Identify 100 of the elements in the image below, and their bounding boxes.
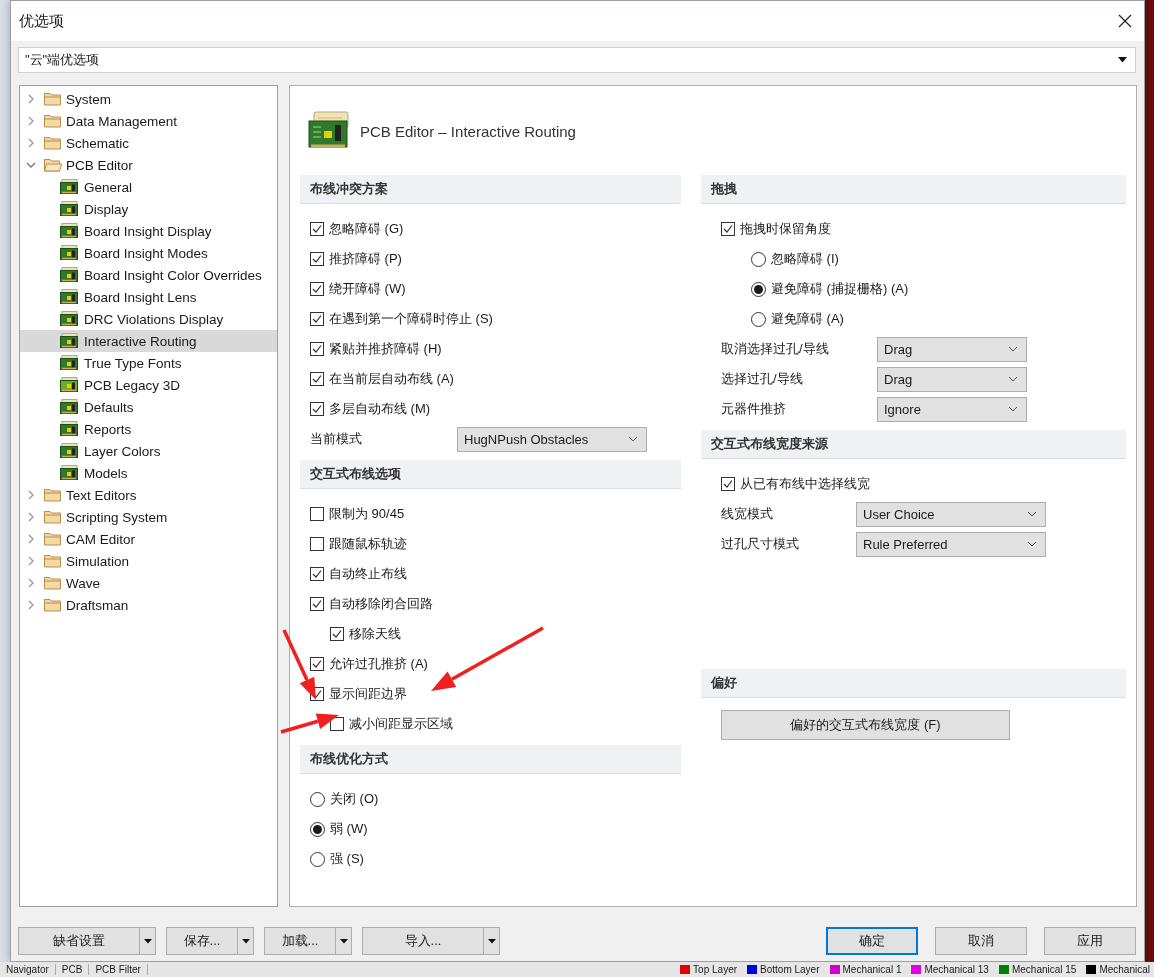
footer-button[interactable]: 应用 [1044,927,1136,955]
footer-button[interactable]: 加载... [264,927,336,955]
checkbox[interactable] [310,657,324,671]
checkbox[interactable] [310,372,324,386]
dropdown[interactable]: Drag [877,336,1027,362]
checkbox[interactable] [310,597,324,611]
footer-button[interactable]: 确定 [826,927,918,955]
tree-item[interactable]: Board Insight Lens [20,286,277,308]
checkbox[interactable] [330,717,344,731]
layer-tab[interactable]: Mechanical 1 [842,964,902,975]
preset-dropdown[interactable]: "云"端优选项 [18,47,1136,73]
layer-tab[interactable]: Bottom Layer [760,964,820,975]
checkbox[interactable] [310,507,324,521]
checkbox-label[interactable]: 推挤障碍 (P) [329,250,402,268]
checkbox[interactable] [310,342,324,356]
checkbox-label[interactable]: 绕开障碍 (W) [329,280,406,298]
footer-button[interactable]: 取消 [935,927,1027,955]
checkbox-label[interactable]: 在当前层自动布线 (A) [329,370,454,388]
checkbox-label[interactable]: 多层自动布线 (M) [329,400,431,418]
chevron-right-icon[interactable] [26,116,36,126]
layer-tab[interactable]: Mechanical [1099,964,1150,975]
checkbox-label[interactable]: 跟随鼠标轨迹 [329,535,407,553]
tree-item[interactable]: Defaults [20,396,277,418]
tree-item[interactable]: System [20,88,277,110]
dropdown-arrow-button[interactable] [237,927,254,955]
checkbox-label[interactable]: 自动移除闭合回路 [329,595,433,613]
tree-item[interactable]: General [20,176,277,198]
chevron-right-icon[interactable] [26,512,36,522]
checkbox[interactable] [310,402,324,416]
tree-item[interactable]: Scripting System [20,506,277,528]
checkbox-label[interactable]: 从已有布线中选择线宽 [740,475,870,493]
chevron-right-icon[interactable] [26,556,36,566]
tree-item[interactable]: CAM Editor [20,528,277,550]
radio-label[interactable]: 弱 (W) [330,820,368,838]
chevron-right-icon[interactable] [26,600,36,610]
chevron-right-icon[interactable] [26,578,36,588]
layer-tab[interactable]: Mechanical 13 [924,964,989,975]
chevron-right-icon[interactable] [26,490,36,500]
checkbox-label[interactable]: 移除天线 [349,625,401,643]
tree-item[interactable]: Interactive Routing [20,330,277,352]
layer-tab[interactable]: Mechanical 15 [1011,964,1077,975]
radio-label[interactable]: 忽略障碍 (I) [771,250,839,268]
tree-item[interactable]: Data Management [20,110,277,132]
dropdown-arrow-button[interactable] [139,927,156,955]
tree-item[interactable]: PCB Legacy 3D [20,374,277,396]
chevron-right-icon[interactable] [26,534,36,544]
checkbox-label[interactable]: 紧贴并推挤障碍 (H) [329,340,442,358]
checkbox[interactable] [310,537,324,551]
footer-button[interactable]: 导入... [362,927,484,955]
dropdown[interactable]: Ignore [877,396,1027,422]
checkbox-label[interactable]: 允许过孔推挤 (A) [329,655,428,673]
dropdown[interactable]: User Choice [856,501,1046,527]
tree-item[interactable]: True Type Fonts [20,352,277,374]
tree-item[interactable]: DRC Violations Display [20,308,277,330]
checkbox-label[interactable]: 拖拽时保留角度 [740,220,831,238]
checkbox[interactable] [721,222,735,236]
checkbox[interactable] [721,477,735,491]
checkbox-label[interactable]: 在遇到第一个障碍时停止 (S) [329,310,493,328]
tree-item[interactable]: Display [20,198,277,220]
layer-tab[interactable]: Top Layer [693,964,738,975]
checkbox[interactable] [310,567,324,581]
tree-item[interactable]: Text Editors [20,484,277,506]
tree-item[interactable]: Draftsman [20,594,277,616]
panel-tab[interactable]: Navigator [0,964,56,975]
tree-item[interactable]: Layer Colors [20,440,277,462]
checkbox-label[interactable]: 限制为 90/45 [329,505,405,523]
panel-tab[interactable]: PCB [55,964,90,975]
tree-item[interactable]: Wave [20,572,277,594]
footer-button[interactable]: 缺省设置 [18,927,140,955]
radio-label[interactable]: 强 (S) [330,850,364,868]
dropdown[interactable]: Rule Preferred [856,531,1046,557]
dropdown-arrow-button[interactable] [483,927,500,955]
checkbox-label[interactable]: 显示间距边界 [329,685,407,703]
preference-button[interactable]: 偏好的交互式布线宽度 (F) [721,710,1010,740]
checkbox[interactable] [310,252,324,266]
close-icon[interactable] [1118,14,1132,28]
checkbox[interactable] [310,222,324,236]
chevron-right-icon[interactable] [26,94,36,104]
radio-label[interactable]: 避免障碍 (A) [771,310,844,328]
checkbox[interactable] [310,282,324,296]
checkbox[interactable] [310,312,324,326]
footer-button[interactable]: 保存... [166,927,238,955]
tree-item[interactable]: Simulation [20,550,277,572]
tree-item[interactable]: Reports [20,418,277,440]
dropdown[interactable]: Drag [877,366,1027,392]
checkbox-label[interactable]: 忽略障碍 (G) [329,220,404,238]
tree-item[interactable]: Models [20,462,277,484]
tree-item[interactable]: Board Insight Display [20,220,277,242]
checkbox[interactable] [330,627,344,641]
chevron-down-icon[interactable] [26,160,36,170]
chevron-right-icon[interactable] [26,138,36,148]
tree-item[interactable]: Board Insight Modes [20,242,277,264]
radio-label[interactable]: 关闭 (O) [330,790,379,808]
radio-label[interactable]: 避免障碍 (捕捉栅格) (A) [771,280,909,298]
dropdown[interactable]: HugNPush Obstacles [457,426,647,452]
dropdown-arrow-button[interactable] [335,927,352,955]
tree-item[interactable]: Board Insight Color Overrides [20,264,277,286]
checkbox-label[interactable]: 减小间距显示区域 [349,715,453,733]
panel-tab[interactable]: PCB Filter [89,964,148,975]
checkbox-label[interactable]: 自动终止布线 [329,565,407,583]
